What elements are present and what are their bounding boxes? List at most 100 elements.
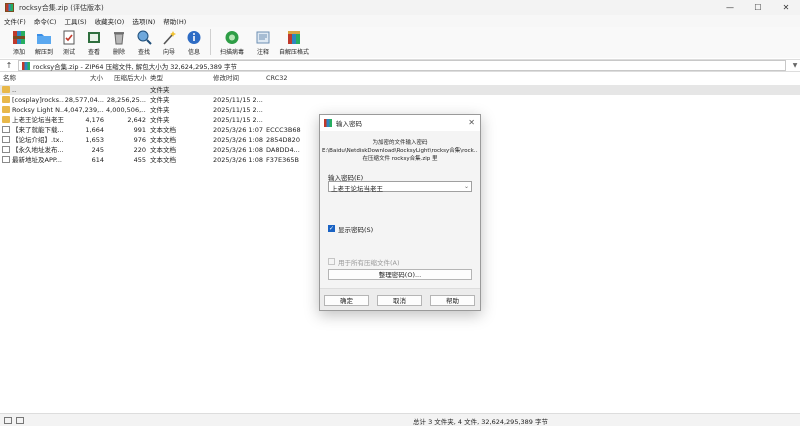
- cancel-button[interactable]: 取消: [377, 295, 422, 306]
- column-crc[interactable]: CRC32: [266, 73, 288, 83]
- minimize-icon[interactable]: —: [716, 0, 744, 15]
- file-size: 28,577,04...: [64, 96, 104, 104]
- view-label: 查看: [87, 49, 100, 56]
- file-name: 【来了就能下载...: [12, 126, 64, 134]
- info-label: 信息: [187, 49, 200, 56]
- wizard-icon: [161, 29, 177, 46]
- test-icon: [61, 29, 77, 46]
- extract-to-button[interactable]: 解压到: [33, 29, 55, 56]
- comment-button[interactable]: 注释: [252, 29, 274, 56]
- find-button[interactable]: 查找: [133, 29, 155, 56]
- wizard-label: 向导: [162, 49, 175, 56]
- file-name: Rocksy Light N...: [12, 106, 64, 114]
- comment-icon: [255, 29, 271, 46]
- close-icon[interactable]: ✕: [772, 0, 800, 15]
- delete-button[interactable]: 删除: [108, 29, 130, 56]
- file-name: 最新地址及APP...: [12, 156, 62, 164]
- address-field[interactable]: rocksy合集.zip - ZIP64 压缩文件, 解包大小为 32,624,…: [18, 60, 786, 71]
- dialog-archive-name: 在压缩文件 rocksy合集.zip 里: [362, 156, 438, 162]
- file-packed: 220: [133, 146, 146, 154]
- dialog-prompt: 为加密的文件输入密码: [372, 140, 428, 146]
- help-button[interactable]: 帮助: [430, 295, 475, 306]
- virus-scan-label: 扫描病毒: [219, 49, 244, 56]
- file-modified: 2025/3/26 1:08: [213, 146, 263, 154]
- file-packed: 976: [133, 136, 146, 144]
- use-all-archives-label: 用于所有压缩文件(A): [338, 259, 400, 267]
- archive-icon: [22, 61, 30, 70]
- text-file-icon: [2, 146, 10, 153]
- file-size: 4,047,239,...: [64, 106, 104, 114]
- drive-icon: [4, 417, 12, 424]
- column-packed[interactable]: 压缩后大小: [114, 73, 147, 83]
- file-type: 文本文档: [150, 146, 176, 154]
- use-all-archives-checkbox[interactable]: [328, 258, 335, 265]
- info-button[interactable]: 信息: [183, 29, 205, 56]
- file-size: 245: [91, 146, 104, 154]
- file-crc: ECCC3B68: [266, 126, 301, 134]
- address-bar: ↑ rocksy合集.zip - ZIP64 压缩文件, 解包大小为 32,62…: [0, 59, 800, 72]
- column-type[interactable]: 类型: [150, 73, 163, 83]
- menu-tools[interactable]: 工具(S): [64, 16, 86, 26]
- virus-scan-button[interactable]: 扫描病毒: [215, 29, 249, 56]
- show-password-label[interactable]: 显示密码(S): [338, 224, 373, 234]
- column-modified[interactable]: 修改时间: [213, 73, 239, 83]
- address-text: rocksy合集.zip - ZIP64 压缩文件, 解包大小为 32,624,…: [33, 62, 238, 71]
- file-type: 文件夹: [150, 86, 170, 94]
- column-size[interactable]: 大小: [90, 73, 103, 83]
- menu-help[interactable]: 帮助(H): [163, 16, 186, 26]
- file-packed: 2,642: [127, 116, 146, 124]
- status-text: 总计 3 文件夹, 4 文件, 32,624,295,389 字节: [413, 418, 548, 426]
- folder-icon: [2, 96, 10, 103]
- ok-button[interactable]: 确定: [324, 295, 369, 306]
- file-size: 1,653: [85, 136, 104, 144]
- file-modified: 2025/11/15 2...: [213, 96, 263, 104]
- up-arrow-icon[interactable]: ↑: [0, 61, 18, 70]
- file-modified: 2025/11/15 2...: [213, 106, 263, 114]
- window-controls: — ☐ ✕: [716, 0, 800, 15]
- table-row[interactable]: [cosplay]rocks... 28,577,04... 28,256,25…: [0, 95, 800, 105]
- file-type: 文本文档: [150, 136, 176, 144]
- folder-up-icon: [2, 86, 10, 93]
- file-name: 【永久地址发布...: [12, 146, 64, 154]
- file-name: ..: [12, 86, 17, 94]
- file-name: 【论坛介绍】.tx...: [12, 136, 64, 144]
- delete-icon: [111, 29, 127, 46]
- toolbar: 添加 解压到 测试 查看 删除 查找 向导 信息 扫描病毒 注释 自解压格式: [0, 27, 800, 58]
- add-archive-icon: [11, 29, 27, 46]
- file-type: 文件夹: [150, 96, 170, 104]
- file-packed: 4,000,506,...: [106, 106, 146, 114]
- chevron-down-icon[interactable]: ▼: [790, 62, 800, 69]
- close-icon[interactable]: ✕: [468, 118, 475, 127]
- menu-options[interactable]: 选项(N): [132, 16, 155, 26]
- menu-file[interactable]: 文件(F): [4, 16, 26, 26]
- file-type: 文本文档: [150, 156, 176, 164]
- password-combobox[interactable]: 上老王论坛当老王 ⌄: [328, 181, 472, 193]
- dialog-file-path: E:\Baidu\NetdiskDownload\RocksyLight\roc…: [322, 148, 478, 154]
- chevron-down-icon[interactable]: ⌄: [464, 183, 469, 190]
- file-modified: 2025/3/26 1:08: [213, 136, 263, 144]
- organize-passwords-button[interactable]: 整理密码(O)...: [328, 269, 472, 280]
- maximize-icon[interactable]: ☐: [744, 0, 772, 15]
- menu-commands[interactable]: 命令(C): [34, 16, 57, 26]
- file-type: 文件夹: [150, 116, 170, 124]
- title-bar: rocksy合集.zip (评估版本) — ☐ ✕: [0, 0, 800, 15]
- test-button[interactable]: 测试: [58, 29, 80, 56]
- column-name[interactable]: 名称: [3, 73, 16, 83]
- delete-label: 删除: [112, 49, 125, 56]
- find-label: 查找: [137, 49, 150, 56]
- extract-folder-icon: [36, 29, 52, 46]
- dialog-title-bar: 输入密码 ✕: [320, 115, 480, 131]
- file-crc: 2854D820: [266, 136, 300, 144]
- menu-favorites[interactable]: 收藏夹(O): [95, 16, 125, 26]
- file-modified: [213, 85, 263, 95]
- add-button[interactable]: 添加: [8, 29, 30, 56]
- table-row[interactable]: .. 文件夹: [0, 85, 800, 95]
- toolbar-separator: [210, 29, 211, 55]
- info-icon: [186, 29, 202, 46]
- view-button[interactable]: 查看: [83, 29, 105, 56]
- wizard-button[interactable]: 向导: [158, 29, 180, 56]
- show-password-checkbox[interactable]: ✓: [328, 225, 335, 232]
- extract-to-label: 解压到: [34, 49, 53, 56]
- comment-label: 注释: [256, 49, 269, 56]
- sfx-button[interactable]: 自解压格式: [277, 29, 311, 56]
